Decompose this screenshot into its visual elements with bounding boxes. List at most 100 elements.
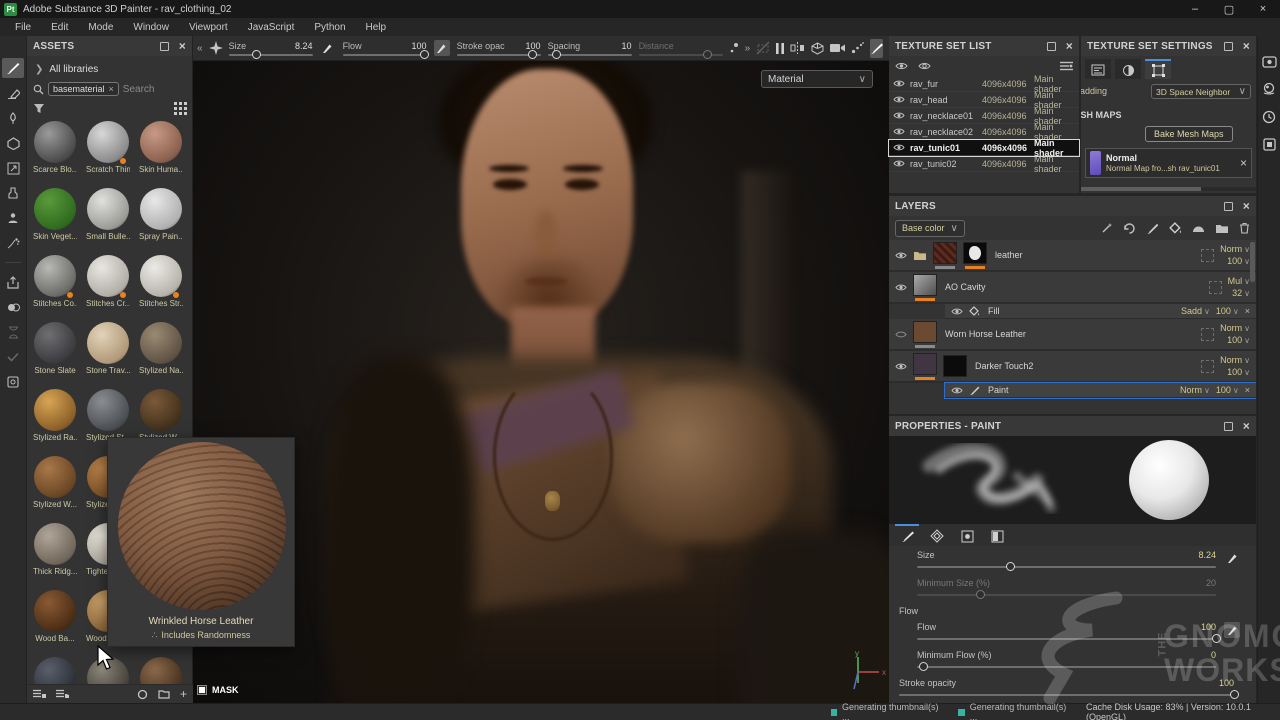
close-icon[interactable]: × [1243, 200, 1250, 212]
float-panel-icon[interactable] [1224, 202, 1233, 211]
asset-tile[interactable]: Thick Ridg... [30, 520, 80, 579]
solo-visibility-icon[interactable] [918, 61, 931, 71]
list-add-icon[interactable] [33, 689, 46, 699]
layer-thumbnail[interactable] [913, 274, 937, 296]
validate-tool[interactable] [2, 347, 24, 367]
pressure-toggle-icon[interactable] [320, 40, 336, 56]
padding-dropdown[interactable]: 3D Space Neighbor ∨ [1151, 84, 1251, 99]
symmetry-off-icon[interactable] [756, 39, 770, 58]
add-smart-material-icon[interactable] [1192, 223, 1205, 234]
menu-item-file[interactable]: File [6, 20, 40, 35]
mask-placeholder[interactable] [1209, 281, 1222, 294]
general-tab[interactable] [1085, 59, 1111, 79]
add-effect-icon[interactable] [1101, 222, 1113, 234]
asset-tile[interactable]: Stylized W... [30, 453, 80, 512]
stroke-opacity-slider[interactable]: Stroke opacity 100 [889, 678, 1256, 696]
paint-brush-icon[interactable] [870, 39, 883, 58]
layer-row[interactable]: Darker Touch2 Norm∨ 100∨ [889, 351, 1256, 383]
eye-icon[interactable] [895, 251, 907, 260]
menu-item-edit[interactable]: Edit [42, 20, 77, 35]
layer-thumbnail[interactable] [913, 353, 937, 375]
eye-icon[interactable] [951, 386, 963, 395]
opacity-select[interactable]: 32∨ [1232, 288, 1250, 298]
delete-layer-icon[interactable] [1239, 222, 1250, 234]
opacity-select[interactable]: 100∨ [1216, 385, 1239, 395]
search-bar[interactable]: basematerial× Search [33, 82, 154, 96]
new-folder-icon[interactable] [158, 689, 170, 699]
shading-mode-dropdown[interactable]: Material ∨ [761, 70, 873, 88]
vertical-scrollbar[interactable] [1250, 242, 1255, 282]
add-paint-icon[interactable] [1146, 222, 1159, 235]
layer-row[interactable]: Worn Horse Leather Norm∨ 100∨ [889, 319, 1256, 351]
camera-view-icon[interactable] [830, 39, 845, 58]
folder-icon[interactable] [913, 250, 927, 261]
particles-tool[interactable] [2, 233, 24, 253]
toolbar-distance-slider[interactable]: Distance [639, 41, 723, 56]
toolbar-stroke-opac-slider[interactable]: Stroke opac100 [457, 41, 541, 56]
asset-tile[interactable]: Stone Trav... [83, 319, 133, 378]
eye-icon[interactable] [895, 362, 907, 371]
smudge-tool[interactable] [2, 158, 24, 178]
layer-row[interactable]: leather Norm∨ 100∨ [889, 240, 1256, 272]
export-tool[interactable] [2, 272, 24, 292]
transform-icon[interactable] [1123, 222, 1136, 234]
add-group-icon[interactable] [1215, 223, 1229, 234]
eye-icon[interactable] [893, 111, 905, 120]
opacity-select[interactable]: 100∨ [1216, 306, 1239, 316]
menu-item-window[interactable]: Window [124, 20, 178, 35]
eye-icon[interactable] [893, 143, 905, 152]
toolbar-flow-slider[interactable]: Flow100 [343, 41, 427, 56]
float-panel-icon[interactable] [1047, 42, 1056, 51]
eye-icon[interactable] [895, 283, 907, 292]
size-slider[interactable]: Size 8.24 [889, 550, 1256, 568]
mask-generator-tool[interactable] [2, 297, 24, 317]
close-icon[interactable]: × [1245, 385, 1250, 395]
alpha-tab[interactable] [925, 524, 949, 546]
texture-set-row[interactable]: rav_tunic02 4096x4096 Main shader [889, 156, 1079, 172]
remove-tag-icon[interactable]: × [109, 84, 114, 94]
eye-icon[interactable] [893, 159, 905, 168]
menu-item-python[interactable]: Python [305, 20, 354, 35]
asset-tile[interactable]: Stylized Ra... [30, 386, 80, 445]
opacity-select[interactable]: 100∨ [1227, 335, 1250, 345]
menu-item-javascript[interactable]: JavaScript [239, 20, 304, 35]
pause-icon[interactable] [776, 39, 784, 58]
eye-icon[interactable] [895, 330, 907, 339]
paint-tool[interactable] [2, 58, 24, 78]
polygon-fill-tool[interactable] [2, 133, 24, 153]
size-spacing-link-icon[interactable] [729, 42, 739, 54]
mask-placeholder[interactable] [1201, 328, 1214, 341]
grid-view-icon[interactable] [174, 102, 187, 115]
layer-effect-row[interactable]: Paint Norm∨ 100∨ × [945, 383, 1256, 398]
layer-thumbnail[interactable] [963, 242, 987, 264]
float-panel-icon[interactable] [160, 42, 169, 51]
lazy-mouse-icon[interactable] [851, 39, 864, 58]
mask-placeholder[interactable] [1201, 360, 1214, 373]
menu-item-help[interactable]: Help [357, 20, 396, 35]
close-icon[interactable]: × [1243, 40, 1250, 52]
close-icon[interactable]: × [1245, 306, 1250, 316]
material-picker-tool[interactable] [2, 208, 24, 228]
float-panel-icon[interactable] [1224, 422, 1233, 431]
display-settings-icon[interactable] [1262, 56, 1277, 68]
search-tag-chip[interactable]: basematerial× [48, 82, 119, 96]
eraser-tool[interactable] [2, 83, 24, 103]
eye-icon[interactable] [951, 307, 963, 316]
blend-mode-select[interactable]: Norm∨ [1220, 355, 1250, 365]
uv-tab[interactable] [1145, 59, 1171, 79]
toolbar-size-slider[interactable]: Size8.24 [229, 41, 313, 56]
minimum-flow--slider[interactable]: Minimum Flow (%) 0 [889, 650, 1256, 668]
menu-item-viewport[interactable]: Viewport [180, 20, 237, 35]
opacity-select[interactable]: 100∨ [1227, 367, 1250, 377]
expand-right-icon[interactable]: » [745, 43, 751, 54]
history-icon[interactable] [1262, 110, 1276, 124]
close-button[interactable]: × [1246, 0, 1280, 18]
blend-mode-select[interactable]: Norm∨ [1220, 323, 1250, 333]
blend-mode-select[interactable]: Mul∨ [1228, 276, 1250, 286]
asset-tile[interactable]: Skin Huma... [136, 118, 186, 177]
close-icon[interactable]: × [179, 40, 186, 52]
clone-tool[interactable] [2, 183, 24, 203]
asset-tile[interactable]: Stone Slate [30, 319, 80, 378]
blend-mode-select[interactable]: Norm∨ [1180, 385, 1210, 395]
pressure-toggle-icon[interactable] [434, 40, 450, 56]
